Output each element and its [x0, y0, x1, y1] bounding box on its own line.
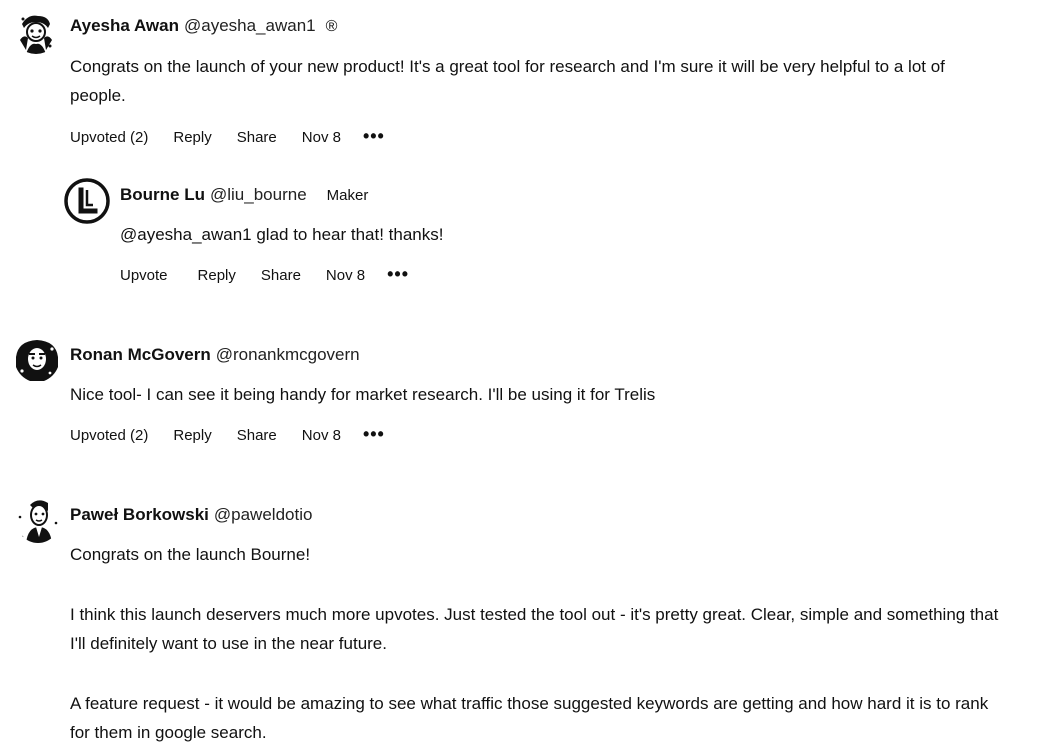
- comment-paragraph: @ayesha_awan1 glad to hear that! thanks!: [120, 225, 444, 244]
- more-options-icon[interactable]: •••: [363, 127, 385, 145]
- reply-button[interactable]: Reply: [173, 426, 211, 446]
- comment-paragraph: Congrats on the launch of your new produ…: [70, 57, 945, 105]
- author-name[interactable]: Ronan McGovern: [70, 344, 211, 366]
- user-avatar-icon: [14, 10, 58, 54]
- comment-date[interactable]: Nov 8: [302, 426, 341, 446]
- comment-body: @ayesha_awan1 glad to hear that! thanks!: [120, 220, 1000, 249]
- comment-paragraph: Congrats on the launch Bourne!: [70, 545, 311, 564]
- comment-body: Congrats on the launch Bourne! I think t…: [70, 540, 1005, 747]
- author-handle[interactable]: @liu_bourne: [210, 184, 307, 206]
- author-handle[interactable]: @ayesha_awan1: [184, 15, 316, 37]
- author-name[interactable]: Bourne Lu: [120, 184, 205, 206]
- comment-header: Paweł Borkowski @paweldotio: [70, 504, 312, 526]
- comment-body: Nice tool- I can see it being handy for …: [70, 380, 1000, 409]
- comment-paragraph: I think this launch deservers much more …: [70, 605, 999, 653]
- comment-actions: Upvoted (2) Reply Share Nov 8 •••: [70, 127, 385, 148]
- comment-actions: Upvoted (2) Reply Share Nov 8 •••: [70, 425, 385, 446]
- upvote-button[interactable]: Upvote: [120, 266, 168, 286]
- reply-button[interactable]: Reply: [173, 128, 211, 148]
- author-handle[interactable]: @paweldotio: [214, 504, 313, 526]
- share-button[interactable]: Share: [237, 128, 277, 148]
- avatar[interactable]: [14, 337, 60, 383]
- comment-paragraph: Nice tool- I can see it being handy for …: [70, 385, 656, 404]
- comment-date[interactable]: Nov 8: [302, 128, 341, 148]
- comment-date[interactable]: Nov 8: [326, 266, 365, 286]
- user-avatar-icon: [16, 497, 60, 543]
- user-avatar-icon: [14, 337, 60, 383]
- upvote-button[interactable]: Upvoted (2): [70, 128, 148, 148]
- registered-badge: ®: [325, 18, 338, 35]
- comment-paragraph: A feature request - it would be amazing …: [70, 694, 989, 742]
- share-button[interactable]: Share: [261, 266, 301, 286]
- author-name[interactable]: Ayesha Awan: [70, 15, 179, 37]
- more-options-icon[interactable]: •••: [363, 425, 385, 443]
- more-options-icon[interactable]: •••: [387, 265, 409, 283]
- comment-header: Ronan McGovern @ronankmcgovern: [70, 344, 360, 366]
- avatar[interactable]: [14, 10, 58, 54]
- avatar[interactable]: [16, 497, 60, 543]
- maker-badge: Maker: [326, 187, 369, 204]
- upvote-button[interactable]: Upvoted (2): [70, 426, 148, 446]
- author-handle[interactable]: @ronankmcgovern: [216, 344, 360, 366]
- comment-body: Congrats on the launch of your new produ…: [70, 52, 1000, 110]
- avatar[interactable]: [64, 178, 110, 224]
- comment-header: Bourne Lu @liu_bourne Maker: [120, 184, 368, 207]
- author-name[interactable]: Paweł Borkowski: [70, 504, 209, 526]
- comment-actions: Upvote Reply Share Nov 8 •••: [120, 265, 409, 286]
- letter-l-avatar-icon: [64, 178, 110, 224]
- comment-header: Ayesha Awan @ayesha_awan1 ®: [70, 15, 337, 38]
- share-button[interactable]: Share: [237, 426, 277, 446]
- reply-button[interactable]: Reply: [198, 266, 236, 286]
